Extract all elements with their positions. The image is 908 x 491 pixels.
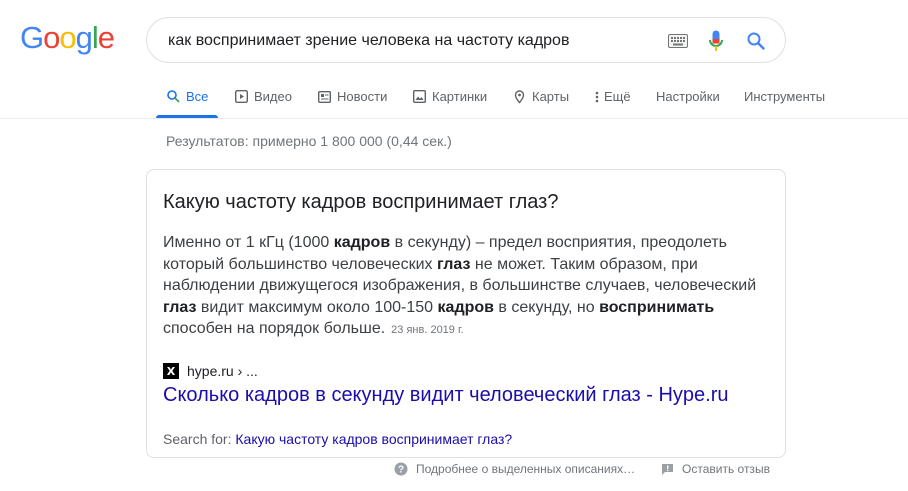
help-icon: ? bbox=[394, 462, 408, 476]
tab-label: Карты bbox=[532, 89, 570, 104]
feedback-label: Оставить отзыв bbox=[682, 462, 770, 476]
tab-video[interactable]: Видео bbox=[234, 89, 292, 104]
mic-icon[interactable] bbox=[705, 30, 727, 52]
logo-letter: G bbox=[20, 20, 44, 55]
image-icon bbox=[412, 90, 426, 104]
site-breadcrumb: hype.ru › ... bbox=[187, 363, 258, 379]
svg-text:?: ? bbox=[398, 465, 404, 476]
play-icon bbox=[234, 90, 248, 104]
tab-label: Инструменты bbox=[744, 89, 826, 104]
search-box[interactable]: как воспринимает зрение человека на част… bbox=[146, 17, 786, 63]
snippet-text-run: в секунду, но bbox=[493, 298, 600, 316]
tab-images[interactable]: Картинки bbox=[412, 89, 487, 104]
site-favicon-icon: X bbox=[163, 363, 179, 379]
snippet-highlight: кадров bbox=[333, 234, 391, 251]
google-logo[interactable]: Google bbox=[20, 20, 115, 55]
more-vert-icon bbox=[594, 90, 600, 104]
snippet-text: Именно от 1 кГц (1000 кадров в секунду) … bbox=[163, 232, 763, 342]
feedback-icon bbox=[660, 462, 674, 476]
snippet-highlight: воспринимать bbox=[599, 298, 715, 316]
logo-letter: o bbox=[59, 20, 76, 55]
source-site[interactable]: X hype.ru › ... bbox=[163, 363, 258, 379]
tab-label: Ещё bbox=[604, 89, 631, 104]
search-tabs: Все Видео Новости Картинки Карты Ещё Нас… bbox=[0, 74, 908, 119]
keyboard-icon[interactable] bbox=[667, 30, 689, 52]
search-for-label: Search for: bbox=[163, 431, 232, 447]
snippet-highlight: глаз bbox=[163, 298, 197, 316]
feedback-button[interactable]: Оставить отзыв bbox=[660, 462, 770, 476]
results-stats: Результатов: примерно 1 800 000 (0,44 се… bbox=[166, 133, 452, 149]
tab-label: Все bbox=[186, 89, 209, 104]
snippet-highlight: кадров bbox=[437, 298, 494, 316]
logo-letter: o bbox=[43, 20, 60, 55]
snippet-date: 23 янв. 2019 г. bbox=[391, 324, 464, 336]
search-input[interactable]: как воспринимает зрение человека на част… bbox=[168, 32, 569, 50]
tab-label: Картинки bbox=[432, 89, 488, 104]
search-for-link[interactable]: Какую частоту кадров воспринимает глаз? bbox=[235, 431, 512, 447]
tab-label: Новости bbox=[337, 89, 388, 104]
search-icon bbox=[166, 90, 180, 104]
search-icon[interactable] bbox=[745, 30, 767, 52]
tab-label: Настройки bbox=[656, 89, 720, 104]
tab-more[interactable]: Ещё bbox=[594, 89, 631, 104]
snippet-text-run: способен на порядок больше. bbox=[163, 320, 386, 337]
news-icon bbox=[317, 90, 331, 104]
featured-snippet: Какую частоту кадров воспринимает глаз? … bbox=[146, 169, 786, 458]
about-featured-snippets[interactable]: ? Подробнее о выделенных описаниях… bbox=[394, 462, 635, 476]
logo-letter: g bbox=[75, 20, 93, 55]
snippet-question: Какую частоту кадров воспринимает глаз? bbox=[163, 191, 559, 213]
tab-settings[interactable]: Настройки bbox=[656, 89, 720, 104]
tab-tools[interactable]: Инструменты bbox=[744, 89, 825, 104]
snippet-text-run: видит максимум около 100-150 bbox=[196, 298, 438, 316]
tab-maps[interactable]: Карты bbox=[512, 89, 569, 104]
active-tab-indicator bbox=[156, 115, 218, 118]
about-label: Подробнее о выделенных описаниях… bbox=[416, 462, 636, 476]
search-for-row: Search for: Какую частоту кадров восприн… bbox=[163, 431, 512, 447]
snippet-highlight: глаз bbox=[436, 255, 471, 273]
logo-letter: e bbox=[97, 20, 115, 55]
tab-label: Видео bbox=[254, 89, 292, 104]
snippet-text-run: Именно от 1 кГц (1000 bbox=[163, 234, 334, 251]
result-title-link[interactable]: Сколько кадров в секунду видит человечес… bbox=[163, 384, 729, 407]
map-icon bbox=[512, 89, 526, 104]
tab-news[interactable]: Новости bbox=[317, 89, 387, 104]
tab-all[interactable]: Все bbox=[166, 89, 208, 104]
